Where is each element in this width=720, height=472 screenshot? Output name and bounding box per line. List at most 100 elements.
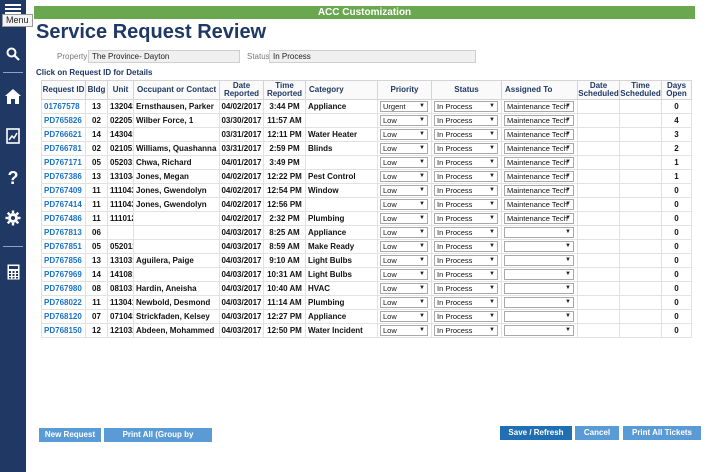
date-scheduled-cell[interactable] <box>577 197 620 212</box>
time-scheduled-cell[interactable] <box>619 225 662 240</box>
date-scheduled-cell[interactable] <box>577 113 620 128</box>
priority-select[interactable]: Low ▼ <box>380 325 428 336</box>
time-scheduled-cell[interactable] <box>619 127 662 142</box>
status-select[interactable]: In Process ▼ <box>434 143 498 154</box>
priority-select[interactable]: Low ▼ <box>380 269 428 280</box>
assigned-select[interactable]: Maintenance Tech ▼ <box>504 101 574 112</box>
assigned-select[interactable]: ▼ <box>504 227 574 238</box>
time-scheduled-cell[interactable] <box>619 197 662 212</box>
status-select[interactable]: In Process ▼ <box>434 269 498 280</box>
assigned-select[interactable]: ▼ <box>504 255 574 266</box>
status-select[interactable]: In Process ▼ <box>434 297 498 308</box>
assigned-select[interactable]: ▼ <box>504 297 574 308</box>
time-scheduled-cell[interactable] <box>619 211 662 226</box>
status-select[interactable]: In Process ▼ <box>434 241 498 252</box>
assigned-select[interactable]: ▼ <box>504 269 574 280</box>
date-scheduled-cell[interactable] <box>577 253 620 268</box>
date-scheduled-cell[interactable] <box>577 211 620 226</box>
cancel-button[interactable]: Cancel <box>575 426 619 440</box>
assigned-select[interactable]: ▼ <box>504 283 574 294</box>
status-select[interactable]: In Process ▼ <box>434 129 498 140</box>
date-scheduled-cell[interactable] <box>577 127 620 142</box>
request-id-link[interactable]: PD768150 <box>41 323 86 338</box>
request-id-link[interactable]: PD767856 <box>41 253 86 268</box>
status-select[interactable]: In Process ▼ <box>434 171 498 182</box>
assigned-select[interactable]: Maintenance Tech ▼ <box>504 157 574 168</box>
report-icon[interactable] <box>0 126 26 146</box>
priority-select[interactable]: Low ▼ <box>380 129 428 140</box>
status-select[interactable]: In Process ▼ <box>434 311 498 322</box>
date-scheduled-cell[interactable] <box>577 155 620 170</box>
assigned-select[interactable]: Maintenance Tech ▼ <box>504 199 574 210</box>
time-scheduled-cell[interactable] <box>619 309 662 324</box>
priority-select[interactable]: Low ▼ <box>380 115 428 126</box>
request-id-link[interactable]: PD768022 <box>41 295 86 310</box>
request-id-link[interactable]: PD767980 <box>41 281 86 296</box>
status-select[interactable]: In Process ▼ <box>434 115 498 126</box>
status-select[interactable]: In Process ▼ <box>434 283 498 294</box>
time-scheduled-cell[interactable] <box>619 295 662 310</box>
assigned-select[interactable]: Maintenance Tech ▼ <box>504 171 574 182</box>
request-id-link[interactable]: 01767578 <box>41 99 86 114</box>
priority-select[interactable]: Low ▼ <box>380 213 428 224</box>
assigned-select[interactable]: Maintenance Tech ▼ <box>504 143 574 154</box>
print-all-group-button[interactable]: Print All (Group by Assignee) <box>104 428 212 453</box>
date-scheduled-cell[interactable] <box>577 99 620 114</box>
time-scheduled-cell[interactable] <box>619 253 662 268</box>
request-id-link[interactable]: PD768120 <box>41 309 86 324</box>
time-scheduled-cell[interactable] <box>619 281 662 296</box>
assigned-select[interactable]: Maintenance Tech ▼ <box>504 213 574 224</box>
priority-select[interactable]: Low ▼ <box>380 311 428 322</box>
priority-select[interactable]: Low ▼ <box>380 297 428 308</box>
status-select[interactable]: In Process ▼ <box>434 227 498 238</box>
date-scheduled-cell[interactable] <box>577 169 620 184</box>
status-select[interactable]: In Process ▼ <box>434 157 498 168</box>
calculator-icon[interactable] <box>0 262 26 282</box>
status-select[interactable]: In Process ▼ <box>434 325 498 336</box>
home-icon[interactable] <box>0 86 26 106</box>
property-field[interactable]: The Province- Dayton <box>88 50 240 63</box>
priority-select[interactable]: Low ▼ <box>380 171 428 182</box>
new-request-button[interactable]: New Request <box>39 428 101 442</box>
save-refresh-button[interactable]: Save / Refresh <box>500 426 572 440</box>
assigned-select[interactable]: ▼ <box>504 311 574 322</box>
assigned-select[interactable]: Maintenance Tech ▼ <box>504 129 574 140</box>
assigned-select[interactable]: Maintenance Tech ▼ <box>504 185 574 196</box>
assigned-select[interactable]: ▼ <box>504 241 574 252</box>
date-scheduled-cell[interactable] <box>577 295 620 310</box>
priority-select[interactable]: Low ▼ <box>380 255 428 266</box>
date-scheduled-cell[interactable] <box>577 225 620 240</box>
status-select[interactable]: In Process ▼ <box>434 185 498 196</box>
request-id-link[interactable]: PD767851 <box>41 239 86 254</box>
time-scheduled-cell[interactable] <box>619 169 662 184</box>
time-scheduled-cell[interactable] <box>619 267 662 282</box>
request-id-link[interactable]: PD767486 <box>41 211 86 226</box>
settings-icon[interactable] <box>0 208 26 228</box>
priority-select[interactable]: Low ▼ <box>380 143 428 154</box>
request-id-link[interactable]: PD765826 <box>41 113 86 128</box>
date-scheduled-cell[interactable] <box>577 239 620 254</box>
print-all-tickets-button[interactable]: Print All Tickets <box>623 426 701 440</box>
time-scheduled-cell[interactable] <box>619 323 662 338</box>
status-select[interactable]: In Process ▼ <box>434 255 498 266</box>
date-scheduled-cell[interactable] <box>577 281 620 296</box>
status-select[interactable]: In Process ▼ <box>434 101 498 112</box>
assigned-select[interactable]: Maintenance Tech ▼ <box>504 115 574 126</box>
time-scheduled-cell[interactable] <box>619 99 662 114</box>
priority-select[interactable]: Low ▼ <box>380 199 428 210</box>
priority-select[interactable]: Low ▼ <box>380 283 428 294</box>
date-scheduled-cell[interactable] <box>577 141 620 156</box>
request-id-link[interactable]: PD767414 <box>41 197 86 212</box>
request-id-link[interactable]: PD767386 <box>41 169 86 184</box>
request-id-link[interactable]: PD766621 <box>41 127 86 142</box>
search-icon[interactable] <box>0 44 26 64</box>
date-scheduled-cell[interactable] <box>577 309 620 324</box>
status-select[interactable]: In Process ▼ <box>434 199 498 210</box>
help-icon[interactable]: ? <box>0 168 26 188</box>
priority-select[interactable]: Urgent ▼ <box>380 101 428 112</box>
request-id-link[interactable]: PD767969 <box>41 267 86 282</box>
request-id-link[interactable]: PD767813 <box>41 225 86 240</box>
date-scheduled-cell[interactable] <box>577 267 620 282</box>
status-select[interactable]: In Process ▼ <box>434 213 498 224</box>
time-scheduled-cell[interactable] <box>619 155 662 170</box>
